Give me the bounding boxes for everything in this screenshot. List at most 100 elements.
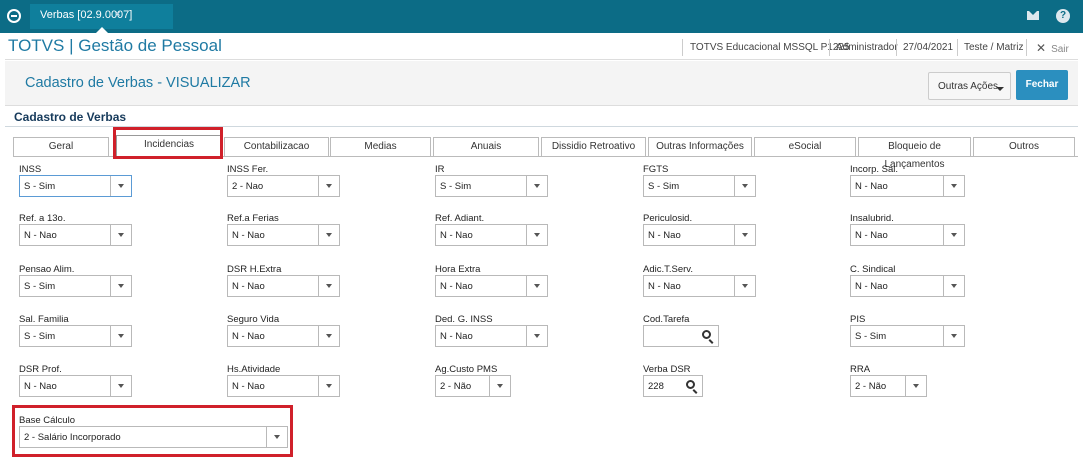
highlight-box-field: [12, 405, 293, 457]
ref-adiant-select[interactable]: N - Nao: [435, 224, 548, 246]
tab-bloqueio-lancamentos[interactable]: Bloqueio de Lançamentos: [858, 137, 971, 170]
tab-geral[interactable]: Geral: [13, 137, 109, 157]
incorp-sal-select[interactable]: N - Nao: [850, 175, 965, 197]
chevron-down-icon[interactable]: [526, 176, 547, 196]
field-label: Hs.Atividade: [227, 364, 281, 375]
search-icon[interactable]: [686, 380, 695, 389]
select-value: N - Nao: [648, 281, 681, 292]
chevron-down-icon[interactable]: [318, 225, 339, 245]
ag-custo-pms-select[interactable]: 2 - Não: [435, 375, 511, 397]
close-tab-icon[interactable]: ×: [115, 9, 121, 20]
seguro-vida-select[interactable]: N - Nao: [227, 325, 340, 347]
field-label: Cod.Tarefa: [643, 314, 690, 325]
mail-icon[interactable]: [1027, 11, 1039, 20]
chevron-down-icon[interactable]: [110, 225, 131, 245]
tab-contabilizacao[interactable]: Contabilizacao: [224, 137, 329, 157]
chevron-down-icon[interactable]: [318, 326, 339, 346]
tab-anuais[interactable]: Anuais: [433, 137, 539, 157]
tab-outras-informacoes[interactable]: Outras Informações: [648, 137, 752, 157]
close-button[interactable]: Fechar: [1016, 70, 1068, 100]
dsr-prof-select[interactable]: N - Nao: [19, 375, 132, 397]
verba-dsr-input[interactable]: 228: [643, 375, 703, 397]
select-value: N - Nao: [855, 181, 888, 192]
ded-g-inss-select[interactable]: N - Nao: [435, 325, 548, 347]
other-actions-button[interactable]: Outras Ações: [928, 72, 1011, 100]
select-value: N - Nao: [440, 281, 473, 292]
select-value: N - Nao: [440, 230, 473, 241]
chevron-down-icon[interactable]: [110, 276, 131, 296]
inss-fer-select[interactable]: 2 - Nao: [227, 175, 340, 197]
field-label: Ref. a 13o.: [19, 213, 66, 224]
field-label: DSR H.Extra: [227, 264, 282, 275]
select-value: S - Sim: [855, 331, 887, 342]
chevron-down-icon[interactable]: [489, 376, 510, 396]
chevron-down-icon[interactable]: [318, 176, 339, 196]
pis-select[interactable]: S - Sim: [850, 325, 965, 347]
field-label: C. Sindical: [850, 264, 896, 275]
select-value: N - Nao: [24, 381, 57, 392]
divider: [957, 39, 958, 56]
chevron-down-icon[interactable]: [318, 376, 339, 396]
chevron-down-icon[interactable]: [734, 276, 755, 296]
adic-t-serv-select[interactable]: N - Nao: [643, 275, 756, 297]
pensao-alim-select[interactable]: S - Sim: [19, 275, 132, 297]
field-label: Ref.a Ferias: [227, 213, 279, 224]
tab-medias[interactable]: Medias: [330, 137, 431, 157]
chevron-down-icon[interactable]: [526, 276, 547, 296]
chevron-down-icon[interactable]: [943, 225, 964, 245]
ir-select[interactable]: S - Sim: [435, 175, 548, 197]
chevron-down-icon[interactable]: [734, 176, 755, 196]
field-label: Incorp. Sal.: [850, 164, 899, 175]
divider: [896, 39, 897, 56]
company-label[interactable]: Teste / Matriz: [964, 42, 1023, 53]
window-tab[interactable]: Verbas [02.9.0007] ×: [30, 4, 173, 33]
chevron-down-icon[interactable]: [110, 326, 131, 346]
tab-dissidio-retroativo[interactable]: Dissidio Retroativo: [541, 137, 646, 157]
select-value: N - Nao: [648, 230, 681, 241]
field-label: Pensao Alim.: [19, 264, 75, 275]
search-icon[interactable]: [702, 330, 711, 339]
dsr-h-extra-select[interactable]: N - Nao: [227, 275, 340, 297]
active-tab-caret: [96, 27, 108, 33]
field-label: Insalubrid.: [850, 213, 894, 224]
chevron-down-icon[interactable]: [905, 376, 926, 396]
c-sindical-select[interactable]: N - Nao: [850, 275, 965, 297]
select-value: N - Nao: [232, 230, 265, 241]
tab-outros[interactable]: Outros: [973, 137, 1075, 157]
insalubrid-select[interactable]: N - Nao: [850, 224, 965, 246]
chevron-down-icon[interactable]: [943, 276, 964, 296]
chevron-down-icon[interactable]: [943, 176, 964, 196]
periculosid-select[interactable]: N - Nao: [643, 224, 756, 246]
tab-esocial[interactable]: eSocial: [754, 137, 856, 157]
chevron-down-icon[interactable]: [734, 225, 755, 245]
fgts-select[interactable]: S - Sim: [643, 175, 756, 197]
field-label: Ag.Custo PMS: [435, 364, 498, 375]
chevron-down-icon[interactable]: [943, 326, 964, 346]
field-label: Seguro Vida: [227, 314, 280, 325]
field-label: RRA: [850, 364, 871, 375]
ref-ferias-select[interactable]: N - Nao: [227, 224, 340, 246]
divider: [829, 39, 830, 56]
exit-button[interactable]: ✕ Sair: [1036, 41, 1069, 55]
date-label: 27/04/2021: [903, 42, 954, 53]
inss-select[interactable]: S - Sim: [19, 175, 132, 197]
help-icon[interactable]: ?: [1056, 9, 1070, 23]
totvs-logo-icon: [7, 9, 21, 23]
select-value: S - Sim: [648, 181, 680, 192]
chevron-down-icon[interactable]: [526, 326, 547, 346]
section-title: Cadastro de Verbas: [14, 110, 127, 124]
select-value: N - Nao: [440, 331, 473, 342]
rra-select[interactable]: 2 - Não: [850, 375, 927, 397]
hora-extra-select[interactable]: N - Nao: [435, 275, 548, 297]
chevron-down-icon: [996, 87, 1004, 91]
select-value: N - Nao: [232, 331, 265, 342]
chevron-down-icon[interactable]: [526, 225, 547, 245]
chevron-down-icon[interactable]: [110, 376, 131, 396]
chevron-down-icon[interactable]: [318, 276, 339, 296]
field-label: Adic.T.Serv.: [643, 264, 693, 275]
ref-13o-select[interactable]: N - Nao: [19, 224, 132, 246]
cod-tarefa-input[interactable]: [643, 325, 719, 347]
sal-familia-select[interactable]: S - Sim: [19, 325, 132, 347]
hs-atividade-select[interactable]: N - Nao: [227, 375, 340, 397]
chevron-down-icon[interactable]: [110, 176, 131, 196]
